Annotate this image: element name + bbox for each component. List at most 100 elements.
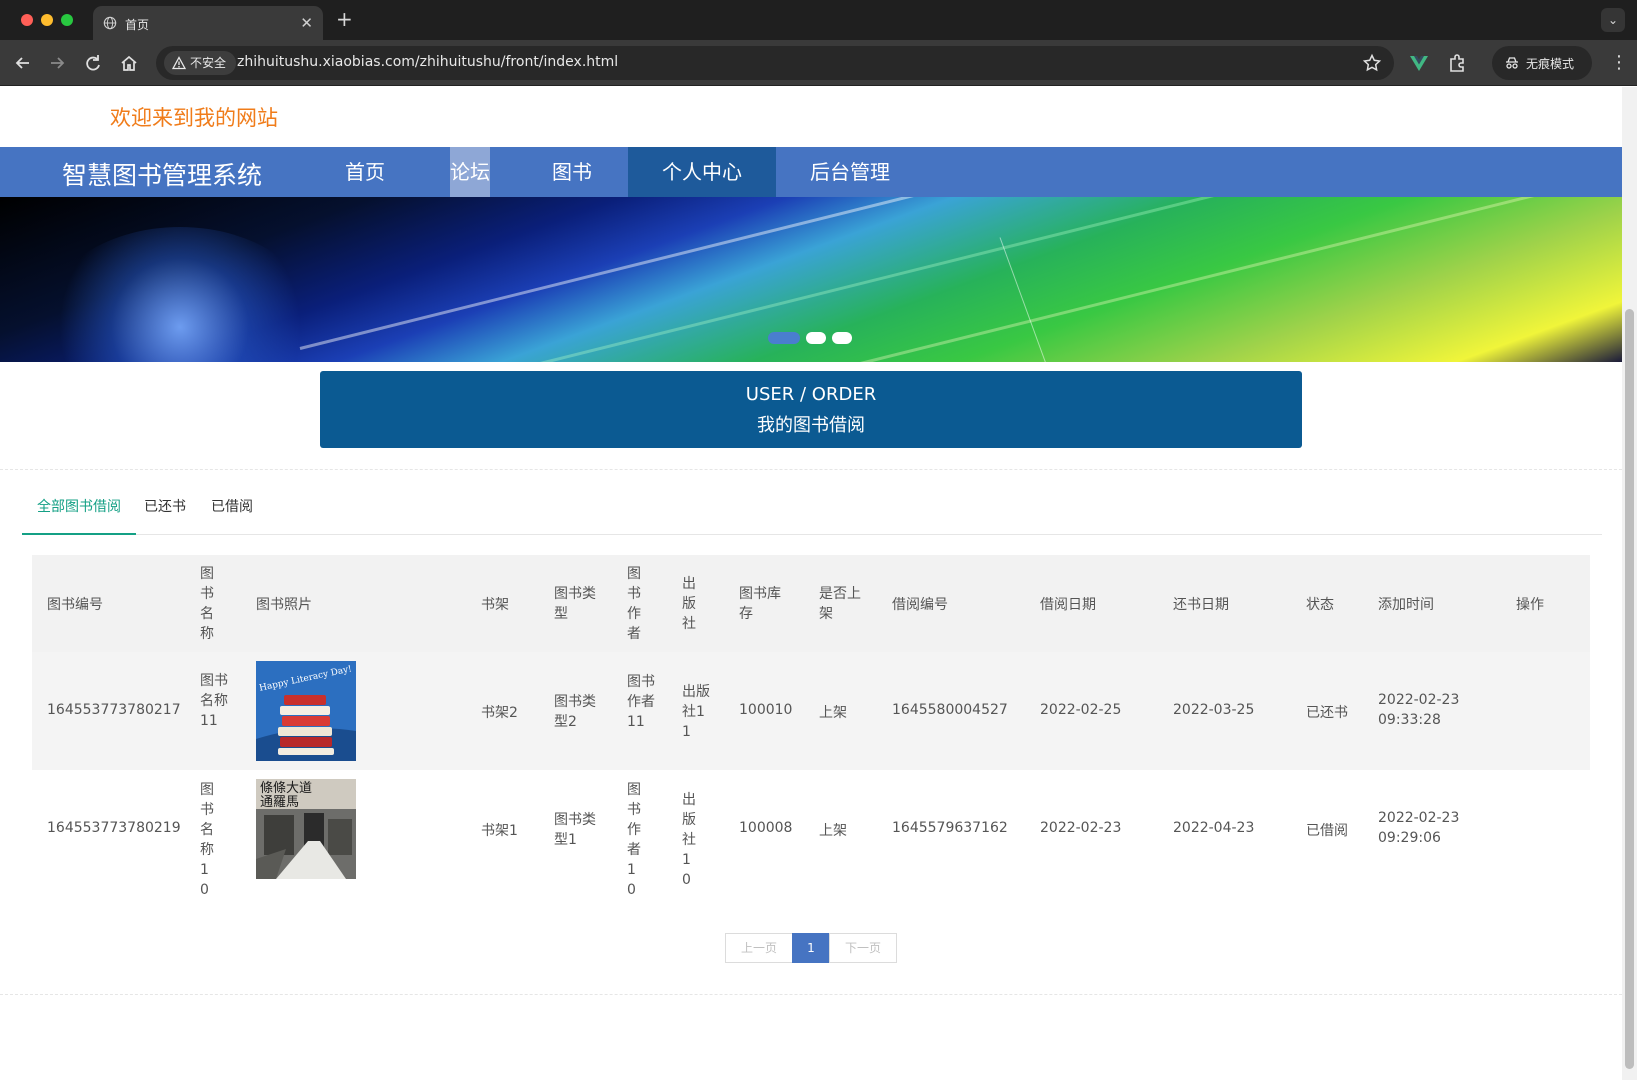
carousel-dot-2[interactable] xyxy=(806,332,826,344)
cell-shelf: 书架1 xyxy=(481,823,518,839)
address-bar[interactable]: 不安全 zhihuitushu.xiaobias.com/zhihuitushu… xyxy=(156,46,1394,80)
nav-personal-center[interactable]: 个人中心 xyxy=(628,147,776,197)
globe-icon xyxy=(103,16,117,30)
nav-home[interactable]: 首页 xyxy=(315,147,415,197)
welcome-text: 欢迎来到我的网站 xyxy=(110,106,278,130)
security-label: 不安全 xyxy=(190,56,227,70)
th-status: 状态 xyxy=(1306,597,1334,613)
book-cover-image: Happy Literacy Day! xyxy=(256,661,356,761)
cell-add-time: 09:29:06 xyxy=(1378,830,1441,846)
cell-borrow-id: 1645579637162 xyxy=(892,820,1008,836)
cell-add-date: 2022-02-23 xyxy=(1378,692,1460,708)
back-arrow-icon[interactable] xyxy=(12,52,34,74)
borrow-panel: 全部图书借阅 已还书 已借阅 图书编号 图书名称 图书照片 书架 图书类型 图书… xyxy=(0,469,1622,995)
nav-books[interactable]: 图书 xyxy=(530,147,614,197)
close-tab-icon[interactable]: ✕ xyxy=(300,14,313,32)
cell-listed: 上架 xyxy=(819,705,847,721)
cell-add-date: 2022-02-23 xyxy=(1378,810,1460,826)
nav-forum[interactable]: 论坛 xyxy=(450,147,490,197)
book-stack-cover-icon: Happy Literacy Day! xyxy=(256,661,356,761)
next-page-button[interactable]: 下一页 xyxy=(829,933,897,963)
incognito-indicator[interactable]: 无痕模式 xyxy=(1492,46,1592,80)
cell-book-type: 图书类型2 xyxy=(554,694,596,730)
th-publisher: 出版社 xyxy=(682,576,696,632)
browser-toolbar: 不安全 zhihuitushu.xiaobias.com/zhihuitushu… xyxy=(0,40,1637,86)
th-borrow-date: 借阅日期 xyxy=(1040,597,1096,613)
browser-tab-bar: 首页 ✕ + ⌄ xyxy=(0,0,1637,40)
cell-stock: 100008 xyxy=(739,820,793,836)
banner-glow xyxy=(40,227,320,362)
th-listed: 是否上架 xyxy=(819,586,861,622)
more-menu-icon[interactable]: ⋮ xyxy=(1610,52,1628,73)
cell-book-id: 164553773780217 xyxy=(47,702,181,718)
cell-author: 图书作者10 xyxy=(627,782,641,898)
th-add-time: 添加时间 xyxy=(1378,597,1434,613)
warning-icon xyxy=(172,56,186,70)
carousel-dot-3[interactable] xyxy=(832,332,852,344)
carousel-dot-1[interactable] xyxy=(768,332,800,344)
cell-status: 已借阅 xyxy=(1306,823,1348,839)
book-cover-image: 條條大道 通羅馬 xyxy=(256,779,356,879)
th-author: 图书作者 xyxy=(627,566,641,642)
svg-text:通羅馬: 通羅馬 xyxy=(260,795,299,810)
cell-book-type: 图书类型1 xyxy=(554,812,596,848)
browser-tab[interactable]: 首页 ✕ xyxy=(93,6,323,40)
security-indicator[interactable]: 不安全 xyxy=(164,51,237,75)
tab-all-borrows[interactable]: 全部图书借阅 xyxy=(22,485,136,535)
reload-icon[interactable] xyxy=(82,52,104,74)
cell-book-name: 图书名称10 xyxy=(200,782,214,898)
page-1-button[interactable]: 1 xyxy=(792,933,830,963)
cell-shelf: 书架2 xyxy=(481,705,518,721)
section-title-en: USER / ORDER xyxy=(745,384,877,405)
cell-publisher: 出版社10 xyxy=(682,792,696,888)
cell-listed: 上架 xyxy=(819,823,847,839)
cell-status: 已还书 xyxy=(1306,705,1348,721)
close-window-button[interactable] xyxy=(21,14,33,26)
cell-stock: 100010 xyxy=(739,702,793,718)
vue-devtools-icon[interactable] xyxy=(1408,52,1430,74)
extensions-puzzle-icon[interactable] xyxy=(1446,52,1468,74)
tab-returned[interactable]: 已还书 xyxy=(136,485,194,535)
tab-title: 首页 xyxy=(125,18,150,32)
th-book-type: 图书类型 xyxy=(554,586,596,622)
th-return-date: 还书日期 xyxy=(1173,597,1229,613)
maximize-window-button[interactable] xyxy=(61,14,73,26)
cell-borrow-date: 2022-02-23 xyxy=(1040,820,1122,836)
cell-add-time: 09:33:28 xyxy=(1378,712,1441,728)
hero-banner-carousel[interactable] xyxy=(0,197,1622,362)
cell-book-name: 图书名称11 xyxy=(200,673,228,729)
incognito-icon xyxy=(1506,57,1518,69)
cell-borrow-date: 2022-02-25 xyxy=(1040,702,1122,718)
home-icon[interactable] xyxy=(118,52,140,74)
cell-publisher: 出版社11 xyxy=(682,684,710,740)
section-header: USER / ORDER 我的图书借阅 xyxy=(320,371,1302,448)
web-page: 欢迎来到我的网站 智慧图书管理系统 首页 论坛 图书 个人中心 后台管理 USE… xyxy=(0,87,1622,1080)
prev-page-button[interactable]: 上一页 xyxy=(725,933,793,963)
incognito-label: 无痕模式 xyxy=(1526,57,1575,71)
th-stock: 图书库存 xyxy=(739,586,781,622)
th-actions: 操作 xyxy=(1516,597,1544,613)
url-text[interactable]: zhihuitushu.xiaobias.com/zhihuitushu/fro… xyxy=(237,54,618,70)
cell-borrow-id: 1645580004527 xyxy=(892,702,1008,718)
th-shelf: 书架 xyxy=(481,597,509,613)
scrollbar-thumb[interactable] xyxy=(1625,309,1634,1069)
th-borrow-id: 借阅编号 xyxy=(892,597,948,613)
tab-search-button[interactable]: ⌄ xyxy=(1601,8,1625,32)
th-book-id: 图书编号 xyxy=(47,597,103,613)
nav-admin[interactable]: 后台管理 xyxy=(790,147,910,197)
cell-return-date: 2022-04-23 xyxy=(1173,820,1255,836)
th-book-photo: 图书照片 xyxy=(256,597,312,613)
table-row: 164553773780219 图书名称10 條條大道 通羅馬 书架1 图书类型… xyxy=(32,770,1590,898)
tab-borrowed[interactable]: 已借阅 xyxy=(197,485,267,535)
minimize-window-button[interactable] xyxy=(41,14,53,26)
site-brand: 智慧图书管理系统 xyxy=(62,161,263,190)
new-tab-button[interactable]: + xyxy=(336,7,353,31)
main-navbar: 智慧图书管理系统 首页 论坛 图书 个人中心 后台管理 xyxy=(0,147,1622,197)
borrow-tabs: 全部图书借阅 已还书 已借阅 xyxy=(22,485,1602,535)
page-scrollbar[interactable] xyxy=(1622,87,1637,1080)
table-header: 图书编号 图书名称 图书照片 书架 图书类型 图书作者 出版社 图书库存 是否上… xyxy=(32,555,1590,652)
rome-road-cover-icon: 條條大道 通羅馬 xyxy=(256,779,356,879)
forward-arrow-icon[interactable] xyxy=(46,52,68,74)
bookmark-star-icon[interactable] xyxy=(1362,53,1382,73)
th-book-name: 图书名称 xyxy=(200,566,214,642)
